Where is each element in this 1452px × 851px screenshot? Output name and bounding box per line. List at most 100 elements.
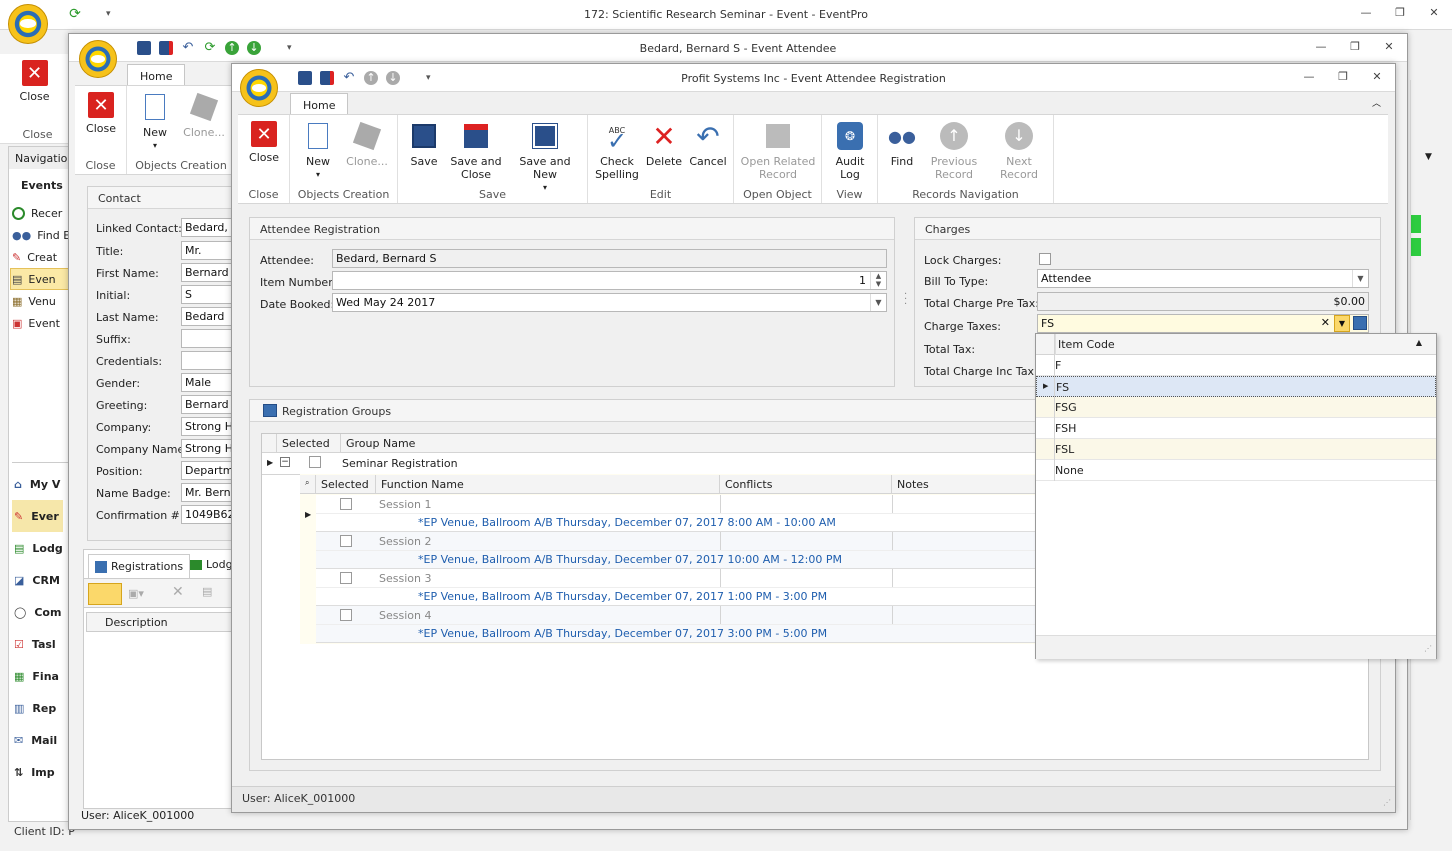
splitter-handle[interactable]: · · · (904, 290, 907, 310)
next-record-button[interactable]: ↓ Next Record (986, 121, 1052, 181)
save-and-close-button[interactable]: Save and Close (448, 121, 504, 181)
session-checkbox[interactable] (340, 498, 352, 510)
maximize-button[interactable]: ❐ (1347, 40, 1363, 53)
dropdown-item[interactable]: F (1036, 355, 1436, 376)
tab-registrations[interactable]: Registrations (88, 554, 191, 578)
session-checkbox[interactable] (340, 572, 352, 584)
delete-button[interactable]: ✕ Delete (644, 121, 684, 168)
resize-grip-icon[interactable]: ⋰ (1424, 644, 1432, 653)
maximize-button[interactable]: ❐ (1335, 70, 1351, 83)
nav-item-venues[interactable]: ▦ Venu (12, 290, 70, 312)
name-badge-input[interactable]: Mr. Berna (181, 483, 233, 502)
item-code-column[interactable]: Item Code ▲ (1055, 334, 1436, 355)
greeting-input[interactable]: Bernard B (181, 395, 233, 414)
clone-button[interactable]: Clone... (179, 92, 229, 139)
position-input[interactable]: Departme (181, 461, 233, 480)
nav-crm[interactable]: ◪ CRM (14, 564, 63, 596)
linked-contact-input[interactable]: Bedard, B (181, 218, 233, 237)
close-window-button[interactable]: ✕ (1369, 70, 1385, 83)
session-checkbox[interactable] (340, 609, 352, 621)
company-name-input[interactable]: Strong He (181, 439, 233, 458)
nav-reports[interactable]: ▥ Rep (14, 692, 63, 724)
chevron-down-icon[interactable]: ▼ (870, 294, 886, 311)
nav-events[interactable]: ✎ Ever (12, 500, 63, 532)
nav-item-event-cal[interactable]: ▣ Event (12, 312, 70, 334)
save-and-new-button[interactable]: Save and New ▾ (506, 121, 584, 194)
maximize-button[interactable]: ❐ (1392, 6, 1408, 19)
print-icon[interactable]: ▤ (202, 585, 212, 598)
column-selected[interactable]: Selected (277, 434, 341, 453)
bill-to-type-select[interactable]: Attendee ▼ (1037, 269, 1369, 288)
sub-column-search[interactable]: ⌕ (300, 475, 316, 494)
chevron-down-icon[interactable]: ▼ (1352, 270, 1368, 287)
nav-import[interactable]: ⇅ Imp (14, 756, 63, 788)
date-booked-input[interactable]: Wed May 24 2017 ▼ (332, 293, 887, 312)
company-input[interactable]: Strong He (181, 417, 233, 436)
collapse-minus-icon[interactable]: − (280, 457, 290, 467)
check-spelling-button[interactable]: ABC ✓ Check Spelling (592, 121, 642, 181)
audit-log-button[interactable]: ❂ Audit Log (826, 121, 874, 181)
sub-column-selected[interactable]: Selected (316, 475, 376, 494)
session-checkbox[interactable] (340, 535, 352, 547)
row-expand-arrow-icon[interactable]: ▶ (267, 458, 273, 467)
sub-column-conflicts[interactable]: Conflicts (720, 475, 892, 494)
dropdown-item[interactable]: FSH (1036, 418, 1436, 439)
title-input[interactable]: Mr. (181, 241, 233, 260)
first-name-input[interactable]: Bernard (181, 263, 233, 282)
nav-item-create[interactable]: ✎ Creat (12, 246, 70, 268)
clear-icon[interactable]: ✕ (1321, 316, 1330, 329)
nav-my[interactable]: ⌂ My V (14, 468, 63, 500)
nav-finance[interactable]: ▦ Fina (14, 660, 63, 692)
last-name-input[interactable]: Bedard (181, 307, 233, 326)
attendee-input[interactable]: Bedard, Bernard S (332, 249, 887, 268)
minimize-button[interactable]: — (1358, 6, 1374, 19)
cancel-button[interactable]: ↶ Cancel (686, 121, 730, 168)
find-button[interactable]: ●● Find (882, 121, 922, 168)
app-logo-icon[interactable] (240, 69, 278, 107)
group-selected-checkbox[interactable] (309, 456, 321, 468)
save-button[interactable]: Save (402, 121, 446, 168)
dropdown-item-selected[interactable]: ▶ FS (1036, 376, 1436, 397)
credentials-input[interactable] (181, 351, 233, 370)
open-related-record-button[interactable]: Open Related Record (738, 121, 818, 181)
dropdown-item[interactable]: None (1036, 460, 1436, 481)
confirmation-input[interactable]: 1049B624 (181, 505, 233, 524)
add-registration-button[interactable] (88, 583, 122, 605)
dropdown-item[interactable]: FSG (1036, 397, 1436, 418)
gender-input[interactable]: Male (181, 373, 233, 392)
dropdown-item[interactable]: FSL (1036, 439, 1436, 460)
tab-home[interactable]: Home (127, 64, 186, 86)
nav-item-find[interactable]: ●● Find E (12, 224, 70, 246)
spinner-arrows-icon[interactable]: ▲ ▼ (870, 272, 886, 289)
nav-tasks[interactable]: ☑ Tasl (14, 628, 63, 660)
close-window-button[interactable]: ✕ (1381, 40, 1397, 53)
close-button[interactable]: ✕ Close (242, 121, 286, 164)
charge-taxes-input[interactable]: FS ✕ ▼ (1037, 314, 1369, 333)
lock-charges-checkbox[interactable] (1039, 253, 1051, 265)
minimize-button[interactable]: — (1313, 40, 1329, 53)
minimize-button[interactable]: — (1301, 70, 1317, 83)
copy-icon[interactable]: ▣▾ (128, 587, 144, 600)
tab-lodging[interactable]: Lodg (190, 558, 233, 571)
delete-x-icon[interactable]: ✕ (172, 584, 184, 600)
nav-communications[interactable]: ◯ Com (14, 596, 63, 628)
resize-grip-icon[interactable]: ⋰ (1383, 798, 1391, 807)
initial-input[interactable]: S (181, 285, 233, 304)
nav-mail[interactable]: ✉ Mail (14, 724, 63, 756)
sub-column-function-name[interactable]: Function Name (376, 475, 720, 494)
nav-item-recent[interactable]: Recer (12, 202, 70, 224)
new-button[interactable]: New ▾ (135, 92, 175, 152)
close-button[interactable]: ✕ Close (12, 60, 57, 103)
app-logo-icon[interactable] (79, 40, 117, 78)
chevron-down-icon[interactable]: ▼ (1334, 315, 1350, 332)
nav-lodging[interactable]: ▤ Lodg (14, 532, 63, 564)
clone-button[interactable]: Clone... (342, 121, 392, 168)
ribbon-collapse-icon[interactable]: ︿ (1372, 96, 1381, 109)
tab-home[interactable]: Home (290, 93, 349, 115)
new-button[interactable]: New ▾ (298, 121, 338, 181)
suffix-input[interactable] (181, 329, 233, 348)
close-button[interactable]: ✕ Close (79, 92, 123, 135)
close-window-button[interactable]: ✕ (1426, 6, 1442, 19)
previous-record-button[interactable]: ↑ Previous Record (926, 121, 982, 181)
nav-item-events[interactable]: ▤ Even (10, 268, 71, 290)
